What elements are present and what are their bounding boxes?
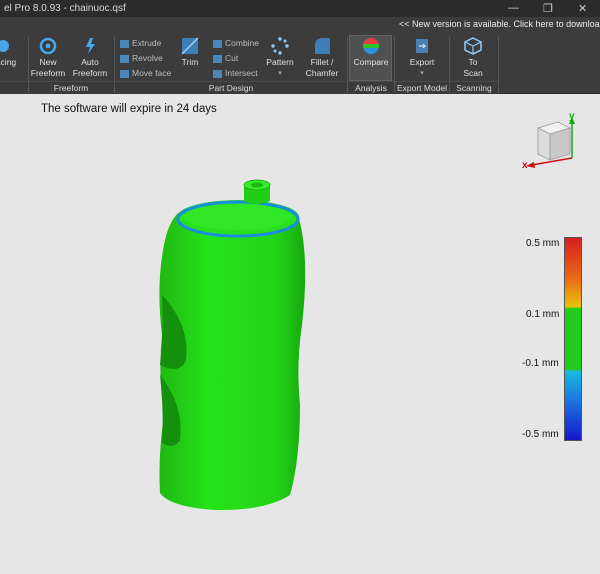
auto-freeform-button[interactable]: Auto Freeform <box>70 37 110 79</box>
legend-label-min: -0.5 mm <box>522 429 559 440</box>
auto-freeform-label: Auto Freeform <box>72 57 108 78</box>
ribbon-toolbar: << New version is available. Click here … <box>0 17 600 94</box>
window-minimize-icon[interactable]: — <box>508 2 519 14</box>
compare-icon <box>363 38 379 54</box>
partial-tool-label: acing <box>0 57 17 67</box>
pattern-label: Pattern <box>266 57 294 67</box>
legend-label-max: 0.5 mm <box>526 238 560 249</box>
export-button[interactable]: Export ▾ <box>404 37 440 79</box>
pattern-icon <box>271 37 289 55</box>
new-freeform-icon <box>39 37 57 55</box>
intersect-button[interactable]: Intersect <box>213 68 258 78</box>
compare-button[interactable]: Compare <box>350 37 392 68</box>
to-scan-label: To Scan <box>463 57 483 78</box>
partial-tool-icon <box>0 40 9 52</box>
chevron-down-icon: ▾ <box>278 70 282 77</box>
expire-message: The software will expire in 24 days <box>41 103 217 115</box>
revolve-icon <box>120 54 129 63</box>
group-label-partial <box>0 81 28 94</box>
cut-icon <box>213 54 222 63</box>
pattern-button[interactable]: Pattern ▾ <box>262 37 298 79</box>
combine-button[interactable]: Combine <box>213 38 259 48</box>
extrude-icon <box>120 39 129 48</box>
fillet-icon <box>315 38 330 54</box>
revolve-button[interactable]: Revolve <box>120 53 163 63</box>
chevron-down-icon: ▾ <box>420 70 424 77</box>
extrude-button[interactable]: Extrude <box>120 38 161 48</box>
title-bar: el Pro 8.0.93 - chainuoc.qsf — ❐ ✕ <box>0 0 600 17</box>
window-restore-icon[interactable]: ❐ <box>543 2 553 15</box>
new-freeform-button[interactable]: New Freeform <box>28 37 68 79</box>
auto-freeform-icon <box>86 38 95 54</box>
new-freeform-label: New Freeform <box>30 57 66 78</box>
fillet-chamfer-label: Fillet / Chamfer <box>305 57 339 78</box>
x-axis-label: x <box>522 160 528 171</box>
cut-label: Cut <box>225 53 239 63</box>
export-icon <box>416 39 428 53</box>
group-label-part-design: Part Design <box>115 81 347 94</box>
compared-model[interactable] <box>150 175 310 520</box>
update-notice-link[interactable]: << New version is available. Click here … <box>397 17 600 31</box>
legend-label-lower-tolerance: -0.1 mm <box>522 358 559 369</box>
compare-label: Compare <box>353 57 389 67</box>
group-label-scanning: Scanning <box>450 81 498 94</box>
partial-tool-button[interactable]: acing <box>0 37 18 68</box>
divider <box>498 37 499 93</box>
to-scan-button[interactable]: To Scan <box>456 37 490 79</box>
intersect-icon <box>213 69 222 78</box>
group-label-analysis: Analysis <box>348 81 394 94</box>
extrude-label: Extrude <box>132 38 162 48</box>
window-title: el Pro 8.0.93 - chainuoc.qsf <box>4 3 126 14</box>
move-face-button[interactable]: Move face <box>120 68 171 78</box>
revolve-label: Revolve <box>132 53 163 63</box>
trim-button[interactable]: Trim <box>173 37 207 68</box>
deviation-color-bar <box>564 237 582 441</box>
trim-label: Trim <box>181 57 199 67</box>
group-label-export-model: Export Model <box>395 81 449 94</box>
combine-icon <box>213 39 222 48</box>
trim-icon <box>181 37 199 55</box>
window-close-icon[interactable]: ✕ <box>578 2 587 15</box>
y-axis-label: y <box>569 111 575 122</box>
group-label-freeform: Freeform <box>29 81 113 94</box>
fillet-chamfer-button[interactable]: Fillet / Chamfer <box>302 37 342 79</box>
export-label: Export <box>409 57 435 67</box>
combine-label: Combine <box>225 38 260 48</box>
scan-icon <box>464 37 482 55</box>
move-face-label: Move face <box>132 68 172 78</box>
move-face-icon <box>120 69 129 78</box>
intersect-label: Intersect <box>225 68 258 78</box>
legend-label-upper-tolerance: 0.1 mm <box>526 309 560 320</box>
cut-button[interactable]: Cut <box>213 53 238 63</box>
view-cube-icon[interactable] <box>518 112 588 174</box>
